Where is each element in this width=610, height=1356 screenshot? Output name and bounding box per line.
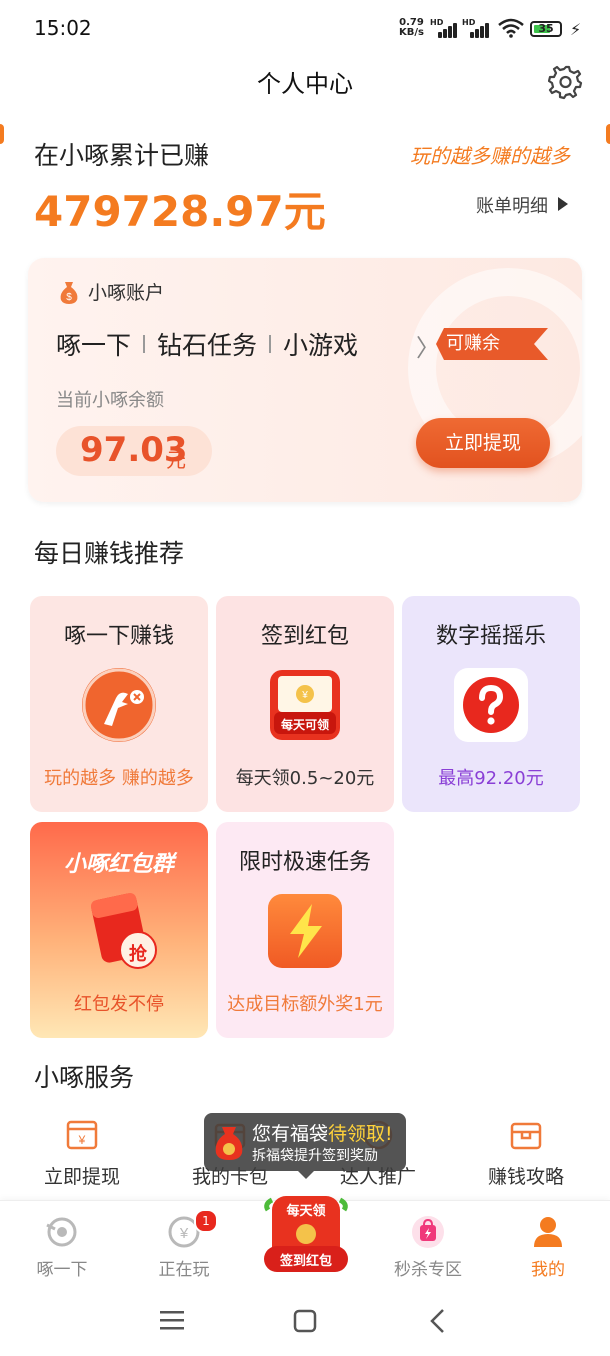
net-speed-unit: KB/s (399, 27, 424, 38)
menu-icon[interactable] (160, 1310, 184, 1332)
services-section-title: 小啄服务 (34, 1063, 135, 1092)
status-bar: 15:02 0.79 KB/s HD HD 35 ⚡ (0, 0, 610, 58)
tile-title: 签到红包 (260, 624, 349, 649)
daily-section-title: 每日赚钱推荐 (34, 539, 185, 568)
tag-peck: 啄一下 (56, 331, 132, 360)
tooltip-line2: 拆福袋提升签到奖励 (252, 1148, 378, 1164)
tile-title: 数字摇摇乐 (435, 624, 546, 649)
tile-title: 小啄红包群 (63, 852, 174, 877)
tooltip-highlight: 待领取! (328, 1123, 393, 1145)
checkin-redpacket-button[interactable]: 每天领 签到红包 (258, 1190, 354, 1276)
tooltip-prefix: 您有福袋 (252, 1123, 329, 1145)
signal-label: HD (462, 18, 476, 27)
balance-unit: 元 (166, 448, 186, 472)
lucky-bag-icon (215, 1127, 243, 1160)
tag-diamond-task: 钻石任务 (157, 331, 258, 360)
money-bag-icon: $ (60, 282, 78, 304)
svg-text:¥: ¥ (179, 1225, 189, 1242)
tooltip-arrow (298, 1171, 314, 1179)
withdraw-icon: ¥ (66, 1120, 98, 1150)
account-tags: 啄一下 钻石任务 小游戏 (56, 324, 358, 364)
account-card: $ 小啄账户 啄一下 钻石任务 小游戏 〉 可赚余额 当前小啄余额 97.03 … (28, 258, 582, 502)
system-navigation-bar (0, 1290, 610, 1356)
signal-icon: HD (430, 18, 458, 38)
chevron-right-icon[interactable] (558, 197, 568, 211)
tile-peck-earn[interactable]: 啄一下赚钱 玩的越多 赚的越多 (30, 596, 208, 812)
red-envelope-icon: ¥ 每天可领 (268, 668, 342, 742)
battery-level: 35 (538, 22, 554, 35)
balance-label: 当前小啄余额 (56, 390, 164, 411)
envelope-text: 每天可领 (280, 718, 329, 732)
center-top-text: 每天领 (286, 1204, 326, 1219)
wifi-icon (498, 18, 524, 38)
service-label: 立即提现 (43, 1166, 120, 1188)
gear-icon[interactable] (548, 64, 584, 100)
tile-checkin-redpacket[interactable]: 签到红包 ¥ 每天可领 每天领0.5~20元 (216, 596, 394, 812)
separator-icon: 〉 (416, 334, 440, 362)
svg-text:$: $ (66, 292, 72, 303)
lucky-bag-tooltip[interactable]: 您有福袋待领取! 拆福袋提升签到奖励 (204, 1113, 406, 1179)
status-time: 15:02 (34, 16, 92, 40)
tab-label: 秒杀专区 (394, 1260, 462, 1280)
guide-icon (510, 1122, 542, 1150)
svg-text:¥: ¥ (78, 1133, 86, 1147)
tag-mini-game: 小游戏 (283, 331, 359, 360)
withdraw-button[interactable]: 立即提现 (416, 418, 550, 468)
peck-icon (46, 1217, 77, 1247)
signal-label: HD (430, 18, 444, 27)
account-title: 小啄账户 (88, 282, 165, 304)
tab-label: 正在玩 (158, 1260, 210, 1280)
profile-icon (534, 1217, 562, 1247)
tile-subtitle: 最高92.20元 (438, 768, 544, 789)
notification-badge: 1 (194, 1209, 218, 1233)
tooltip-line1: 您有福袋待领取! (252, 1119, 393, 1146)
tile-subtitle: 红包发不停 (74, 994, 164, 1015)
earned-label: 在小啄累计已赚 (34, 141, 210, 170)
tile-subtitle: 达成目标额外奖1元 (227, 994, 383, 1015)
center-bottom-text: 签到红包 (279, 1254, 332, 1269)
edge-marker (606, 124, 610, 144)
tab-label: 我的 (531, 1260, 565, 1280)
tab-label: 啄一下 (36, 1260, 88, 1280)
woodpecker-icon (82, 668, 156, 742)
flash-sale-icon (412, 1216, 444, 1248)
home-icon[interactable] (293, 1309, 317, 1333)
earnable-balance-label: 可赚余额 (436, 328, 548, 360)
tile-redpacket-group[interactable]: 小啄红包群 抢 红包发不停 (30, 822, 208, 1038)
earnable-balance-tag: 〉 可赚余额 (416, 326, 548, 362)
tile-title: 啄一下赚钱 (63, 624, 174, 649)
signal-icon: HD (462, 18, 490, 38)
earned-amount: 479728.97元 (34, 187, 326, 236)
bill-detail-link[interactable]: 账单明细 (476, 192, 548, 218)
charging-icon: ⚡ (570, 20, 582, 39)
page-title: 个人中心 (257, 70, 353, 98)
service-label: 赚钱攻略 (487, 1166, 564, 1188)
tile-subtitle: 每天领0.5~20元 (235, 768, 375, 789)
slogan: 玩的越多赚的越多 (410, 144, 570, 168)
battery-icon: 35 (530, 21, 562, 37)
grab-text: 抢 (129, 944, 147, 965)
tile-speed-task[interactable]: 限时极速任务 达成目标额外奖1元 (216, 822, 394, 1038)
edge-marker (0, 124, 4, 144)
lightning-icon (268, 894, 342, 968)
tile-title: 限时极速任务 (238, 850, 371, 875)
net-speed: 0.79 KB/s (399, 18, 424, 38)
tile-number-shake[interactable]: 数字摇摇乐 最高92.20元 (402, 596, 580, 812)
svg-text:¥: ¥ (301, 690, 308, 701)
back-icon[interactable] (428, 1308, 446, 1334)
tile-subtitle: 玩的越多 赚的越多 (44, 768, 194, 789)
question-icon (454, 668, 528, 742)
